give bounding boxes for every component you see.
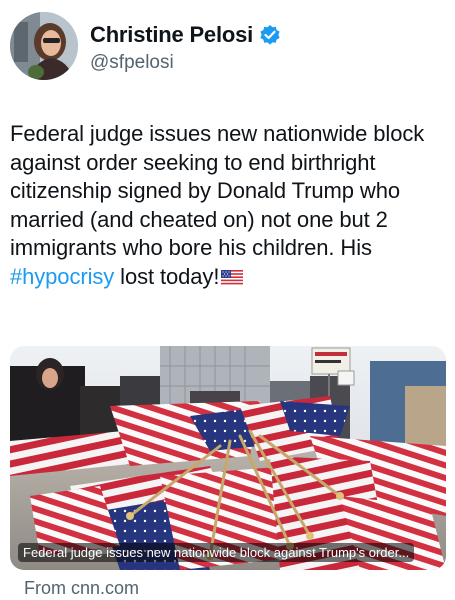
tweet-text: Federal judge issues new nationwide bloc… <box>10 120 448 291</box>
us-flag-emoji-icon <box>221 269 244 285</box>
avatar[interactable] <box>10 12 78 80</box>
link-card[interactable]: Federal judge issues new nationwide bloc… <box>10 346 446 570</box>
link-source[interactable]: From cnn.com <box>24 578 139 599</box>
tweet-text-body: Federal judge issues new nationwide bloc… <box>10 121 425 260</box>
link-card-title: Federal judge issues new nationwide bloc… <box>18 543 415 562</box>
link-card-image <box>10 346 446 570</box>
hashtag-link[interactable]: #hypocrisy <box>10 264 114 289</box>
handle[interactable]: @sfpelosi <box>90 52 174 74</box>
verified-badge-icon <box>260 25 280 45</box>
tweet-text-end: lost today! <box>114 263 220 289</box>
display-name[interactable]: Christine Pelosi <box>90 22 253 48</box>
tweet-header: Christine Pelosi @sfpelosi <box>10 12 440 82</box>
